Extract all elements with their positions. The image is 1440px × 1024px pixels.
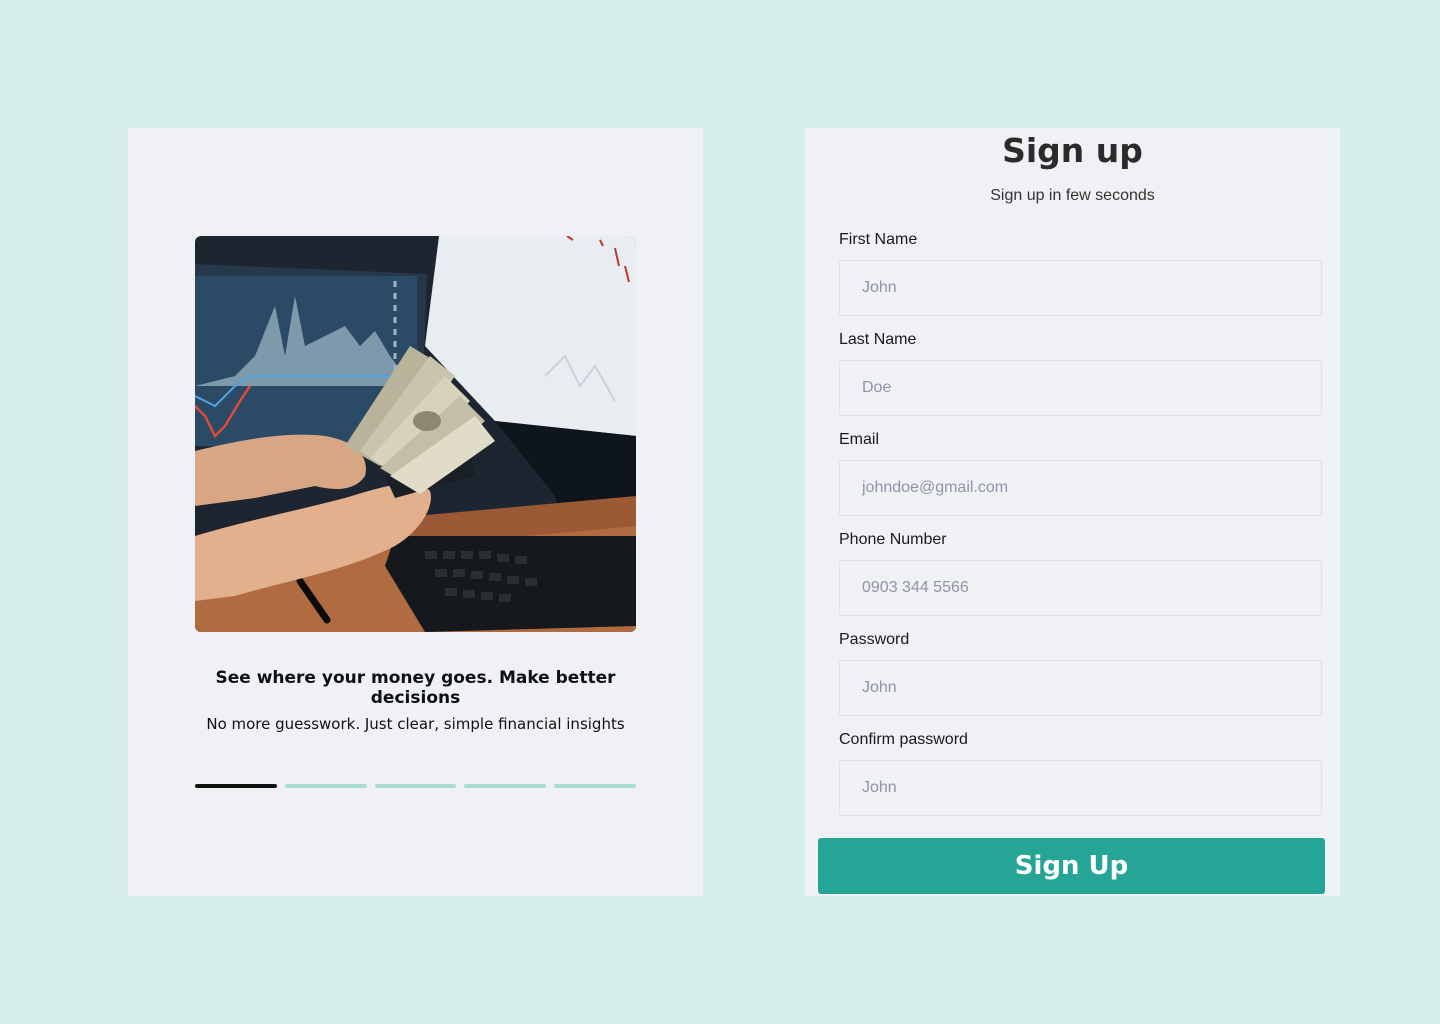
pager-dot-5[interactable] (554, 784, 636, 788)
hero-image (195, 236, 636, 632)
pager-dot-1[interactable] (195, 784, 277, 788)
sign-up-button[interactable]: Sign Up (818, 838, 1325, 894)
password-label: Password (839, 631, 910, 648)
last-name-label: Last Name (839, 331, 917, 348)
slide-subtitle: No more guesswork. Just clear, simple fi… (206, 715, 625, 733)
form-title: Sign up (1002, 131, 1143, 170)
confirm-password-input[interactable] (839, 760, 1322, 816)
first-name-input[interactable] (839, 260, 1322, 316)
phone-group: Phone Number (839, 530, 1322, 616)
last-name-input[interactable] (839, 360, 1322, 416)
carousel-pager (195, 784, 636, 788)
onboarding-panel: See where your money goes. Make better d… (128, 128, 703, 896)
confirm-password-label: Confirm password (839, 731, 968, 748)
first-name-label: First Name (839, 231, 918, 248)
pager-dot-2[interactable] (284, 784, 367, 788)
phone-input[interactable] (839, 560, 1322, 616)
slide-title: See where your money goes. Make better d… (215, 668, 616, 708)
confirm-password-group: Confirm password (839, 730, 1322, 816)
first-name-group: First Name (839, 230, 1322, 316)
phone-label: Phone Number (839, 531, 947, 548)
form-subtitle: Sign up in few seconds (990, 187, 1155, 204)
password-input[interactable] (839, 660, 1322, 716)
password-group: Password (839, 630, 1322, 716)
email-label: Email (839, 431, 880, 448)
email-input[interactable] (839, 460, 1322, 516)
signup-form: Sign up Sign up in few seconds First Nam… (805, 128, 1340, 896)
last-name-group: Last Name (839, 330, 1322, 416)
pager-dot-4[interactable] (464, 784, 547, 788)
email-group: Email (839, 430, 1322, 516)
pager-dot-3[interactable] (374, 784, 457, 788)
